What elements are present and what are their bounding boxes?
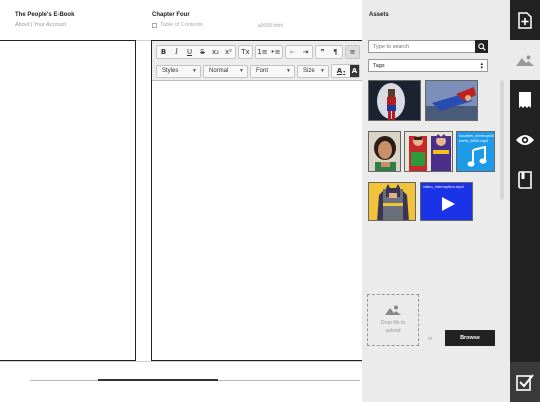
chevron-down-icon: ▼ [192, 68, 197, 74]
font-label: Font [256, 68, 269, 74]
browse-button[interactable]: Browse [445, 330, 495, 346]
align-group: ≡ [345, 45, 360, 59]
color-group: A ▾ A [331, 64, 360, 78]
bold-button[interactable]: B [157, 46, 170, 58]
audio-file-thumbnail[interactable]: doubles_interruptc6 earth_8000.mp3 [456, 131, 495, 172]
book-title: The People's E-Book [15, 12, 75, 18]
file-drop-zone[interactable]: Drop file to upload [367, 294, 419, 346]
italic-button[interactable]: I [170, 46, 183, 58]
preview-button[interactable] [510, 120, 540, 160]
strikethrough-button[interactable]: S [196, 46, 209, 58]
select-arrows-icon: ▴ ▾ [480, 60, 483, 71]
block-group: ❞ ¶ [315, 45, 343, 59]
clear-format-group: Tx [238, 45, 253, 59]
subscript-button[interactable]: x₂ [209, 46, 222, 58]
styles-label: Styles [162, 68, 179, 74]
toolbar-row-1: B I U S x₂ x² Tx 1≡ •≡ ⇤ ⇥ ❞ ¶ ≡ [156, 45, 360, 59]
toc-checkbox-row[interactable]: Table of Contents [152, 22, 203, 28]
tags-select[interactable]: Tags ▴ ▾ [368, 59, 488, 72]
search-button[interactable] [475, 40, 488, 53]
toc-label: Table of Contents [160, 22, 203, 28]
preview-eye-icon [516, 135, 534, 145]
rich-text-editor[interactable]: B I U S x₂ x² Tx 1≡ •≡ ⇤ ⇥ ❞ ¶ ≡ Styles … [151, 40, 363, 361]
add-page-button[interactable] [510, 0, 540, 40]
drop-file-text: Drop file to upload [380, 320, 406, 334]
assets-title: Assets [369, 12, 389, 18]
underline-button[interactable]: U [183, 46, 196, 58]
indent-button[interactable]: ⇥ [299, 46, 312, 58]
add-page-icon [518, 11, 532, 29]
batman-thumbnail[interactable] [368, 182, 416, 221]
superman-thumbnail[interactable] [425, 80, 478, 121]
bg-color-button[interactable]: A [350, 65, 359, 77]
indent-group: ⇤ ⇥ [285, 45, 313, 59]
numbered-list-button[interactable]: 1≡ [256, 46, 269, 58]
chevron-down-icon: ▼ [239, 68, 244, 74]
size-label: Size [303, 68, 315, 74]
woman-portrait-thumbnail[interactable] [368, 131, 401, 172]
blockquote-button[interactable]: ❞ [316, 46, 329, 58]
play-icon [442, 197, 455, 211]
format-dropdown[interactable]: Normal ▼ [203, 64, 248, 78]
image-upload-icon [385, 305, 401, 315]
styles-dropdown[interactable]: Styles ▼ [156, 64, 201, 78]
text-color-button[interactable]: A ▾ [332, 65, 350, 77]
outdent-button[interactable]: ⇤ [286, 46, 299, 58]
toc-checkbox[interactable] [152, 22, 157, 28]
batgirl-robin-thumbnail[interactable] [404, 131, 453, 172]
tool-sidebar [510, 0, 540, 402]
publish-button[interactable] [510, 362, 540, 402]
your-account-link[interactable]: Your Account [34, 22, 66, 28]
video-file-thumbnail[interactable]: video_interruption.mp4 [420, 182, 473, 221]
chapter-title[interactable]: Chapter Four [152, 12, 190, 18]
music-note-icon [467, 146, 487, 167]
image-assets-button[interactable] [510, 40, 540, 80]
book-button[interactable] [510, 160, 540, 200]
account-links: About | Your Account [15, 22, 66, 28]
assets-panel: Assets Tags ▴▾ [362, 0, 510, 402]
book-icon [518, 171, 532, 189]
image-assets-icon [516, 55, 534, 66]
search-icon [477, 42, 486, 51]
wonder-woman-thumbnail[interactable] [368, 80, 421, 121]
chapter-filename: a0068.html [258, 23, 283, 29]
tags-label: Tags [373, 62, 385, 69]
assets-scrollbar[interactable] [500, 80, 504, 200]
chevron-down-icon: ▼ [286, 68, 291, 74]
horizontal-scroll-thumb[interactable] [98, 379, 218, 381]
asset-search-input[interactable] [368, 40, 481, 53]
font-dropdown[interactable]: Font ▼ [250, 64, 295, 78]
remove-format-button[interactable]: Tx [239, 46, 252, 58]
bookmark-icon [519, 92, 531, 108]
superscript-button[interactable]: x² [222, 46, 235, 58]
bookmark-button[interactable] [510, 80, 540, 120]
bottom-divider [0, 361, 362, 362]
paragraph-button[interactable]: ¶ [329, 46, 342, 58]
chevron-down-icon: ▼ [320, 68, 325, 74]
basic-styles-group: B I U S x₂ x² [156, 45, 236, 59]
size-dropdown[interactable]: Size ▼ [297, 64, 329, 78]
toolbar-row-2: Styles ▼ Normal ▼ Font ▼ Size ▼ A ▾ A [156, 64, 360, 78]
editor-toolbar: B I U S x₂ x² Tx 1≡ •≡ ⇤ ⇥ ❞ ¶ ≡ Styles … [152, 41, 362, 81]
publish-check-icon [516, 374, 534, 391]
book-outline-panel[interactable] [0, 40, 136, 361]
or-label: or [428, 336, 433, 342]
align-left-button[interactable]: ≡ [346, 46, 359, 58]
video-file-caption: video_interruption.mp4 [423, 184, 464, 189]
audio-file-caption: doubles_interruptc6 earth_8000.mp3 [459, 133, 495, 143]
bulleted-list-button[interactable]: •≡ [269, 46, 282, 58]
list-group: 1≡ •≡ [255, 45, 283, 59]
about-link[interactable]: About [15, 22, 29, 28]
format-label: Normal [209, 68, 229, 74]
